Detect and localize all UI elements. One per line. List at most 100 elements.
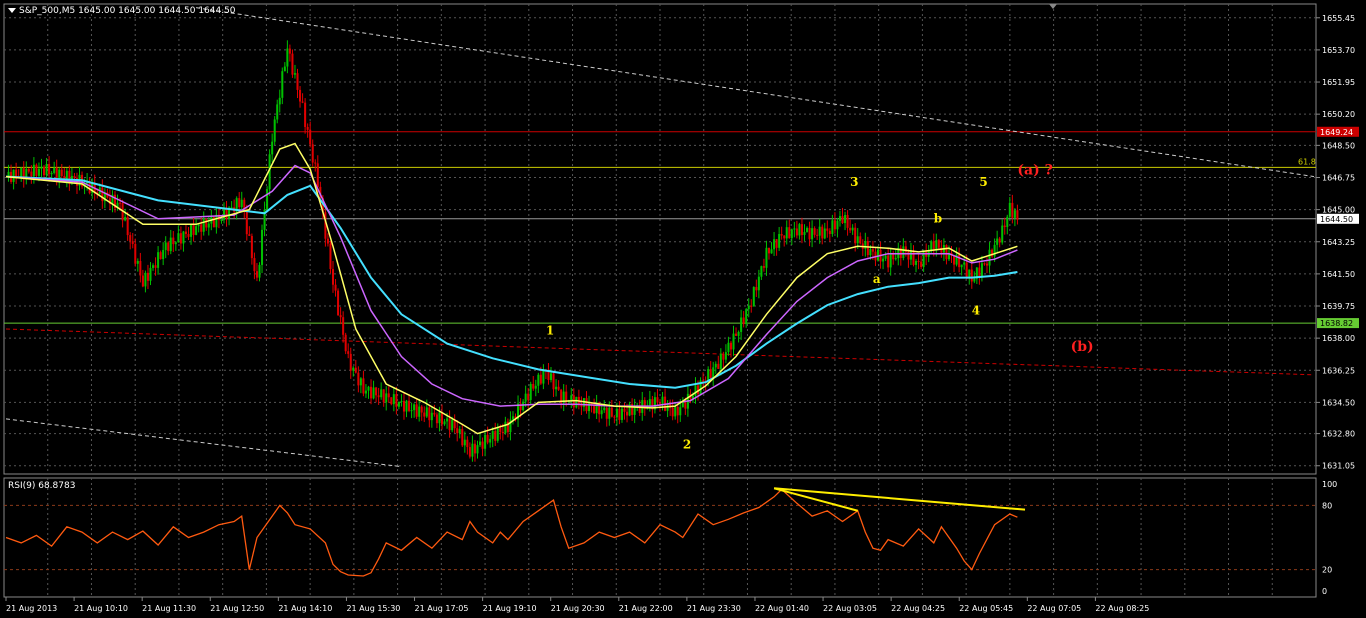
candle-body xyxy=(35,164,38,176)
candle-body xyxy=(446,418,449,422)
candle-body xyxy=(747,305,750,310)
candle-body xyxy=(200,224,203,232)
candle-body xyxy=(261,229,264,265)
candle-body xyxy=(884,255,887,259)
candle-body xyxy=(266,189,269,210)
candle-body xyxy=(823,228,826,239)
candle-body xyxy=(152,265,155,268)
candle-body xyxy=(195,226,198,235)
candle-body xyxy=(359,378,362,386)
candle-body xyxy=(785,227,788,239)
candle-body xyxy=(963,262,966,265)
candle-body xyxy=(352,367,355,371)
chart-header: S&P_500,M5 1645.00 1645.00 1644.50 1644.… xyxy=(8,6,236,16)
candle-body xyxy=(37,168,40,176)
candle-body xyxy=(367,386,370,391)
candle-body xyxy=(719,353,722,369)
time-tick-label: 21 Aug 15:30 xyxy=(346,604,400,613)
candle-body xyxy=(205,218,208,228)
grid xyxy=(4,4,1316,597)
candle-body xyxy=(788,227,791,239)
candle-body xyxy=(844,214,847,224)
rsi-pane: 100 80 20 0 xyxy=(4,480,1337,596)
rsi-tick-label: 100 xyxy=(1322,480,1337,489)
candle-body xyxy=(1006,216,1009,228)
price-tick-label: 1638.00 xyxy=(1322,334,1355,343)
candle-body xyxy=(190,224,193,237)
price-tick-label: 1653.70 xyxy=(1322,46,1355,55)
candle-body xyxy=(626,411,629,416)
candle-body xyxy=(996,238,999,245)
candle-body xyxy=(397,401,400,407)
candle-body xyxy=(615,408,618,418)
level-label-red: 1649.24 xyxy=(1320,128,1353,137)
candle-body xyxy=(851,227,854,231)
price-tick-label: 1643.25 xyxy=(1322,238,1355,247)
candle-body xyxy=(998,238,1001,243)
candle-body xyxy=(124,216,127,221)
time-tick-label: 22 Aug 03:05 xyxy=(823,604,877,613)
candle-body xyxy=(433,412,436,415)
candle-body xyxy=(985,263,989,266)
candle-body xyxy=(278,97,281,105)
candle-body xyxy=(1011,202,1014,218)
candle-body xyxy=(314,162,317,164)
candle-body xyxy=(980,263,983,277)
candle-body xyxy=(818,226,821,236)
price-tick-label: 1632.80 xyxy=(1322,430,1355,439)
price-tick-label: 1634.50 xyxy=(1322,398,1355,407)
candle-body xyxy=(43,166,46,176)
candle-body xyxy=(608,407,611,419)
time-tick-label: 21 Aug 12:50 xyxy=(210,604,264,613)
candle-body xyxy=(473,443,476,454)
wave-label: (a) ? xyxy=(1017,163,1052,179)
candle-body xyxy=(344,334,347,352)
candle-body xyxy=(375,387,378,396)
candle-body xyxy=(182,231,185,244)
candle-body xyxy=(570,395,573,401)
candle-body xyxy=(909,250,912,260)
candle-body xyxy=(849,227,852,231)
candle-body xyxy=(192,224,195,235)
price-tick-label: 1639.75 xyxy=(1322,302,1355,311)
candle-body xyxy=(184,231,187,234)
candle-body xyxy=(299,89,302,102)
candle-body xyxy=(425,407,428,417)
shift-marker-icon[interactable] xyxy=(1049,4,1057,9)
candle-body xyxy=(722,353,725,360)
candle-body xyxy=(309,129,312,145)
candle-body xyxy=(471,443,474,457)
candle-body xyxy=(620,408,623,420)
candle-body xyxy=(869,249,872,256)
candle-body xyxy=(740,317,743,332)
candle-body xyxy=(222,208,226,220)
candle-body xyxy=(271,141,274,155)
candle-body xyxy=(245,210,248,235)
candle-body xyxy=(610,407,613,417)
candle-body xyxy=(831,220,834,235)
candle-body xyxy=(119,202,122,204)
collapse-triangle-icon[interactable] xyxy=(8,8,16,13)
candle-body xyxy=(676,406,679,416)
candle-body xyxy=(489,438,492,443)
candle-body xyxy=(871,249,874,252)
wave-label: (b) xyxy=(1071,339,1094,355)
candle-body xyxy=(945,245,948,260)
candle-body xyxy=(339,315,342,318)
candle-body xyxy=(372,387,375,399)
time-tick-label: 22 Aug 08:25 xyxy=(1095,604,1149,613)
price-chart[interactable]: 1655.45 1653.70 1651.95 1650.20 1648.50 1646.… xyxy=(0,0,1366,618)
candle-body xyxy=(717,363,720,369)
chart-window: 1655.45 1653.70 1651.95 1650.20 1648.50 1646.… xyxy=(0,0,1366,618)
trendlines xyxy=(5,7,1315,468)
candle-body xyxy=(549,373,553,380)
candle-body xyxy=(162,249,165,260)
time-tick-label: 21 Aug 11:30 xyxy=(142,604,196,613)
candle-body xyxy=(177,233,180,243)
candle-body xyxy=(456,428,459,434)
candle-body xyxy=(856,236,859,244)
candle-body xyxy=(750,305,753,307)
candle-body xyxy=(816,234,819,236)
candle-body xyxy=(790,229,793,239)
candle-body xyxy=(362,378,365,394)
